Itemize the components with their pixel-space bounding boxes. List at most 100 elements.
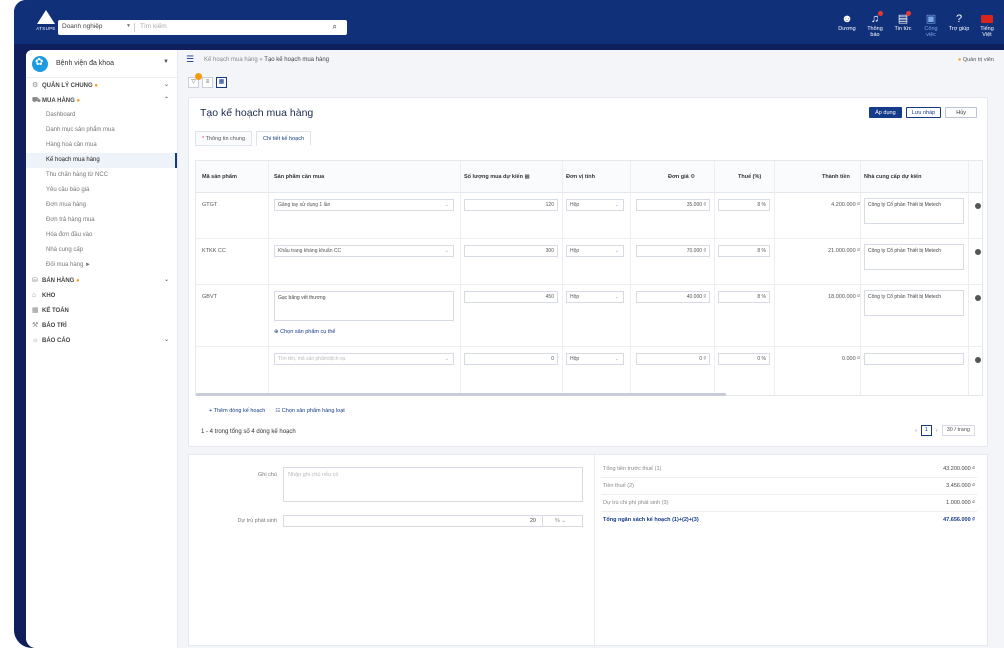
qty-input[interactable]: 300 (464, 245, 558, 257)
sidebar-item-purchase-more[interactable]: Đối mua hàng ► (26, 258, 177, 273)
page-title: Tạo kế hoạch mua hàng (200, 107, 314, 119)
grid-view-button[interactable]: ▦ (216, 77, 227, 88)
supplier-select[interactable]: Công ty Cổ phần Thiết bị Metech (864, 290, 964, 316)
list-icon: ≡ (205, 79, 210, 85)
filter-button[interactable]: ▽ (188, 73, 202, 88)
user-avatar[interactable]: ☻ Dương (836, 12, 858, 40)
sidebar-item-input-invoice[interactable]: Hóa đơn đầu vào (26, 228, 177, 243)
chevron-down-icon: ⌄ (444, 202, 449, 208)
tasks-button[interactable]: ▣ Công việc (920, 12, 942, 40)
reserve-unit-select[interactable]: % ⌄ (542, 516, 578, 526)
sidebar-item-dashboard[interactable]: Dashboard (26, 108, 177, 123)
page-size-select[interactable]: 30 / trang (941, 425, 975, 436)
reserve-input[interactable]: 20 % ⌄ (283, 515, 583, 527)
current-page[interactable]: 1 (920, 425, 932, 436)
horizontal-scrollbar[interactable] (196, 393, 726, 396)
sidebar-item-kho[interactable]: ⌂ KHO (26, 288, 177, 303)
price-input[interactable]: 70.000 ₫ (636, 245, 710, 257)
sidebar-item-ke-toan[interactable]: ▦ KẾ TOÁN (26, 303, 177, 318)
col-amount: Thành tiền (822, 174, 850, 180)
qty-input[interactable]: 0 (464, 353, 558, 365)
breadcrumb-parent[interactable]: Kế hoạch mua hàng (204, 57, 258, 63)
tax-input[interactable]: 8 % (718, 291, 770, 303)
search-icon[interactable]: ⌕ (333, 22, 337, 32)
sidebar-item-bao-tri[interactable]: ⚒ BẢO TRÌ (26, 318, 177, 333)
amount-value: 4.200.000 ₫ (831, 202, 860, 208)
sidebar-item-purchase-return[interactable]: Đơn trả hàng mua (26, 213, 177, 228)
plan-summary-panel: Ghi chú Nhập ghi chú nếu có Dự trù phát … (188, 454, 988, 646)
bulk-choose-link[interactable]: ☷ Chọn sản phẩm hàng loạt (275, 408, 344, 414)
tab-plan-detail[interactable]: Chi tiết kế hoạch (256, 131, 311, 146)
menu-toggle-icon[interactable]: ☰ (186, 54, 194, 65)
delete-row-icon[interactable] (975, 295, 981, 301)
product-select[interactable]: Gạc băng vết thương (274, 291, 454, 321)
note-textarea[interactable]: Nhập ghi chú nếu có (283, 467, 583, 502)
prev-page-button[interactable]: ‹ (915, 428, 917, 434)
qty-input[interactable]: 450 (464, 291, 558, 303)
next-page-button[interactable]: › (936, 428, 938, 434)
news-button[interactable]: ▤ Tin tức (892, 11, 914, 40)
supplier-select[interactable]: Công ty Cổ phần Thiết bị Metech (864, 244, 964, 270)
list-view-button[interactable]: ≡ (202, 77, 213, 88)
price-input[interactable]: 35.000 ₫ (636, 199, 710, 211)
sidebar-item-mua-hang[interactable]: ⛟MUA HÀNG ● ⌃ (26, 93, 177, 108)
main-area: Bệnh viện đa khoa ▼ ⚙QUẢN LÝ CHUNG ●⌄ ⛟M… (26, 50, 1004, 648)
sidebar-item-goods-to-buy[interactable]: Hàng hoá cần mua (26, 138, 177, 153)
notifications-button[interactable]: ♫ Thông báo (864, 11, 886, 40)
org-switcher[interactable]: Bệnh viện đa khoa ▼ (26, 50, 177, 78)
search-input[interactable]: Tìm kiếm (140, 23, 167, 30)
table-row: Tìm tên, mã sản phẩm/dịch vụ ⌄ 0 Hộp ⌄ 0 ₫… (196, 347, 982, 395)
price-input[interactable]: 0 ₫ (636, 353, 710, 365)
sidebar-item-purchase-order[interactable]: Đơn mua hàng (26, 198, 177, 213)
product-select[interactable]: Khẩu trang kháng khuẩn CC ⌄ (274, 245, 454, 257)
tax-input[interactable]: 8 % (718, 245, 770, 257)
gear-icon[interactable]: ⚙ (690, 174, 695, 180)
search-scope-select[interactable]: Doanh nghiệp (62, 23, 102, 30)
sidebar-item-ban-hang[interactable]: ⛁ BÁN HÀNG ● ⌄ (26, 273, 177, 288)
supplier-select[interactable]: Công ty Cổ phần Thiết bị Metech (864, 198, 964, 224)
sidebar-item-supplier[interactable]: Nhà cung cấp (26, 243, 177, 258)
language-select[interactable]: Tiếng Việt (976, 12, 998, 40)
tax-input[interactable]: 0 % (718, 353, 770, 365)
delete-row-icon[interactable] (975, 357, 981, 363)
cancel-button[interactable]: Hủy (945, 107, 977, 118)
sidebar-item-purchase-plan[interactable]: Kế hoạch mua hàng (26, 153, 177, 168)
delete-row-icon[interactable] (975, 203, 981, 209)
view-toolbar: ▽ ≡ ▦ (188, 73, 227, 91)
sidebar-item-supplier-receipt[interactable]: Thu chấn hàng từ NCC (26, 168, 177, 183)
unit-select[interactable]: Hộp ⌄ (566, 245, 624, 257)
save-draft-button[interactable]: Lưu nháp (905, 107, 942, 118)
apply-button[interactable]: Áp dụng (869, 107, 902, 118)
calculator-icon[interactable]: ▦ (524, 174, 529, 180)
tab-general-info[interactable]: * Thông tin chung (195, 131, 253, 146)
delete-row-icon[interactable] (975, 249, 981, 255)
unit-select[interactable]: Hộp ⌄ (566, 353, 624, 365)
help-button[interactable]: ? Trợ giúp (948, 12, 970, 40)
unit-select[interactable]: Hộp ⌄ (566, 199, 624, 211)
sidebar-item-quote-request[interactable]: Yêu cầu báo giá (26, 183, 177, 198)
chevron-down-icon: ⌄ (444, 248, 449, 254)
pagination: ‹ 1 › 30 / trang (915, 425, 975, 436)
tax-input[interactable]: 8 % (718, 199, 770, 211)
global-search[interactable]: Doanh nghiệp ▼ Tìm kiếm ⌕ (58, 20, 347, 35)
top-bar: ATSUPE Doanh nghiệp ▼ Tìm kiếm ⌕ ☻ Dương … (14, 0, 1004, 44)
product-select[interactable]: Găng tay sử dụng 1 lần ⌄ (274, 199, 454, 211)
sidebar-item-bao-cao[interactable]: ☼ BÁO CÁO ⌄ (26, 333, 177, 348)
report-icon: ☼ (32, 337, 39, 344)
app-logo[interactable]: ATSUPE (34, 10, 58, 36)
note-label: Ghi chú (258, 472, 277, 478)
choose-specific-product-link[interactable]: ⊕ Chọn sản phẩm cụ thể (274, 329, 335, 335)
add-plan-line-link[interactable]: + Thêm dòng kế hoạch (209, 408, 265, 414)
plan-table: Mã sản phẩm Sản phẩm cần mua Số lượng mu… (195, 160, 983, 396)
product-select[interactable]: Tìm tên, mã sản phẩm/dịch vụ ⌄ (274, 353, 454, 365)
sidebar-item-product-catalog[interactable]: Danh mục sản phẩm mua (26, 123, 177, 138)
summary-tax: Tiền thuế (2) 3.456.000 ₫ (601, 478, 977, 495)
price-input[interactable]: 40.000 ₫ (636, 291, 710, 303)
col-product: Sản phẩm cần mua (274, 174, 325, 180)
table-header: Mã sản phẩm Sản phẩm cần mua Số lượng mu… (196, 161, 982, 193)
unit-select[interactable]: Hộp ⌄ (566, 291, 624, 303)
supplier-select[interactable] (864, 353, 964, 365)
qty-input[interactable]: 120 (464, 199, 558, 211)
sidebar-item-quan-ly-chung[interactable]: ⚙ QUẢN LÝ CHUNG ● ⌄ (26, 78, 177, 93)
shop-icon: ⛁ (32, 277, 38, 284)
